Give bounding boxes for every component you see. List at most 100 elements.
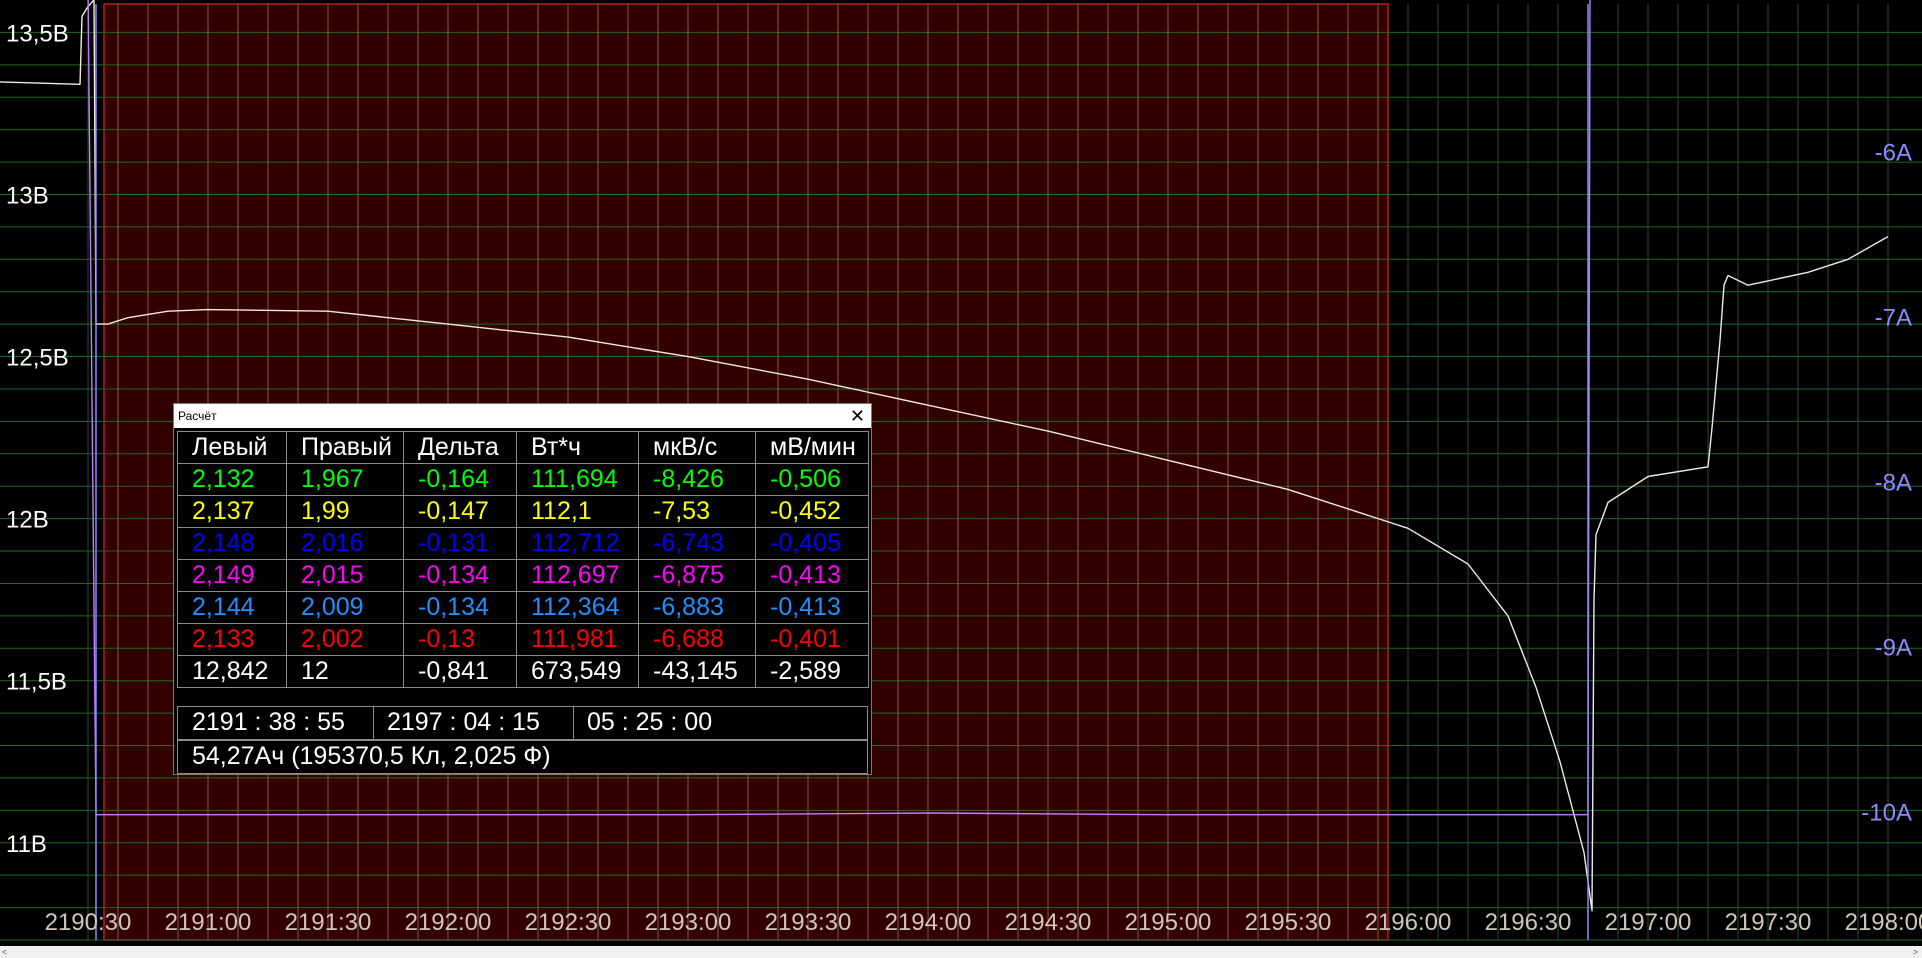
y-left-tick-label: 13В: [6, 182, 49, 209]
calc-titlebar[interactable]: Расчёт ✕: [174, 404, 871, 428]
calc-cell: 2,002: [286, 623, 404, 656]
calc-cell: -0,452: [755, 495, 869, 528]
calc-cell: 2,009: [286, 591, 404, 624]
x-tick-label: 2194:00: [885, 909, 972, 936]
x-tick-label: 2197:30: [1725, 909, 1812, 936]
calc-row: 2,148 2,016 -0,131 112,712 -6,743 -0,405: [177, 527, 869, 560]
calc-time-right: 2197 : 04 : 15: [387, 708, 540, 736]
x-tick-label: 2195:30: [1245, 909, 1332, 936]
calc-cell: 111,694: [516, 463, 639, 496]
calc-summary: 54,27Ач (195370,5 Кл, 2,025 Ф): [192, 742, 551, 770]
close-icon[interactable]: ✕: [850, 406, 865, 426]
y-left-tick-label: 12,5В: [6, 345, 69, 372]
calc-window-title: Расчёт: [178, 409, 217, 423]
y-right-tick-label: -5A: [1875, 0, 1912, 2]
y-right-tick-label: -6A: [1875, 140, 1912, 167]
calc-cell: 12: [286, 655, 404, 688]
x-tick-label: 2197:00: [1605, 909, 1692, 936]
calc-cell: -6,883: [638, 591, 756, 624]
x-tick-label: 2195:00: [1125, 909, 1212, 936]
calc-time-left: 2191 : 38 : 55: [192, 708, 345, 736]
calc-cell: -0,131: [403, 527, 517, 560]
calc-cell: 112,364: [516, 591, 639, 624]
calc-row: 12,842 12 -0,841 673,549 -43,145 -2,589: [177, 655, 869, 688]
calc-cell: -0,401: [755, 623, 869, 656]
x-tick-label: 2198:00: [1845, 909, 1922, 936]
y-left-tick-label: 13,5В: [6, 20, 69, 47]
calc-cell: -0,506: [755, 463, 869, 496]
calc-cell: 12,842: [177, 655, 287, 688]
calc-cell: -43,145: [638, 655, 756, 688]
calc-cell: 112,712: [516, 527, 639, 560]
calc-row: 2,133 2,002 -0,13 111,981 -6,688 -0,401: [177, 623, 869, 656]
scroll-right-icon[interactable]: >: [1913, 946, 1918, 958]
calc-time-row: 2191 : 38 : 55 2197 : 04 : 15 05 : 25 : …: [177, 706, 868, 740]
calc-cell: -0,405: [755, 527, 869, 560]
y-right-tick-label: -7A: [1875, 305, 1912, 332]
calc-row: 2,144 2,009 -0,134 112,364 -6,883 -0,413: [177, 591, 869, 624]
x-tick-label: 2194:30: [1005, 909, 1092, 936]
calc-cell: -7,53: [638, 495, 756, 528]
x-tick-label: 2191:30: [285, 909, 372, 936]
calc-cell: 2,132: [177, 463, 287, 496]
calc-cell: 2,133: [177, 623, 287, 656]
horizontal-scrollbar[interactable]: < >: [0, 946, 1922, 958]
calc-table: Левый Правый Дельта Вт*ч мкВ/с мВ/мин 2,132 1,9…: [177, 431, 869, 688]
calc-row: 2,149 2,015 -0,134 112,697 -6,875 -0,413: [177, 559, 869, 592]
scroll-left-icon[interactable]: <: [2, 946, 7, 958]
calc-header-cell: Вт*ч: [516, 431, 639, 464]
calc-header-cell: мВ/мин: [755, 431, 869, 464]
x-tick-label: 2196:30: [1485, 909, 1572, 936]
calc-cell: 111,981: [516, 623, 639, 656]
calc-cell: -0,13: [403, 623, 517, 656]
calc-header-cell: Правый: [286, 431, 404, 464]
x-tick-label: 2196:00: [1365, 909, 1452, 936]
calc-window[interactable]: Расчёт ✕ Левый Правый Дельта Вт*ч мкВ/с мВ/ми…: [173, 403, 872, 775]
calc-cell: 2,015: [286, 559, 404, 592]
calc-cell: 2,137: [177, 495, 287, 528]
y-right-tick-label: -9A: [1875, 634, 1912, 661]
calc-cell: 2,149: [177, 559, 287, 592]
calc-cell: 2,016: [286, 527, 404, 560]
calc-header-cell: Дельта: [403, 431, 517, 464]
calc-cell: 2,148: [177, 527, 287, 560]
calc-header-cell: мкВ/с: [638, 431, 756, 464]
calc-cell: 112,1: [516, 495, 639, 528]
calc-summary-row: 54,27Ач (195370,5 Кл, 2,025 Ф): [177, 740, 868, 774]
calc-cell: -0,841: [403, 655, 517, 688]
x-tick-label: 2191:00: [165, 909, 252, 936]
calc-time-divider: [373, 707, 374, 739]
y-left-tick-label: 11В: [6, 831, 47, 858]
calc-cell: 112,697: [516, 559, 639, 592]
y-right-tick-label: -10A: [1861, 799, 1912, 826]
y-left-tick-label: 12В: [6, 507, 49, 534]
calc-cell: -6,743: [638, 527, 756, 560]
calc-cell: 2,144: [177, 591, 287, 624]
x-tick-label: 2192:00: [405, 909, 492, 936]
x-tick-label: 2193:00: [645, 909, 732, 936]
calc-cell: -0,413: [755, 591, 869, 624]
calc-cell: -2,589: [755, 655, 869, 688]
calc-cell: -0,164: [403, 463, 517, 496]
calc-row: 2,137 1,99 -0,147 112,1 -7,53 -0,452: [177, 495, 869, 528]
calc-cell: 1,967: [286, 463, 404, 496]
calc-cell: 673,549: [516, 655, 639, 688]
calc-time-divider: [573, 707, 574, 739]
calc-time-delta: 05 : 25 : 00: [587, 708, 713, 736]
x-tick-label: 2192:30: [525, 909, 612, 936]
calc-cell: -6,688: [638, 623, 756, 656]
calc-cell: -0,413: [755, 559, 869, 592]
calc-header-cell: Левый: [177, 431, 287, 464]
calc-cell: -0,147: [403, 495, 517, 528]
calc-cell: -0,134: [403, 591, 517, 624]
calc-row: 2,132 1,967 -0,164 111,694 -8,426 -0,506: [177, 463, 869, 496]
calc-cell: -0,134: [403, 559, 517, 592]
y-right-tick-label: -8A: [1875, 470, 1912, 497]
y-left-tick-label: 11,5В: [6, 669, 67, 696]
x-tick-label: 2190:30: [45, 909, 132, 936]
calc-header-row: Левый Правый Дельта Вт*ч мкВ/с мВ/мин: [177, 431, 869, 464]
calc-cell: -8,426: [638, 463, 756, 496]
calc-cell: -6,875: [638, 559, 756, 592]
calc-cell: 1,99: [286, 495, 404, 528]
x-tick-label: 2193:30: [765, 909, 852, 936]
